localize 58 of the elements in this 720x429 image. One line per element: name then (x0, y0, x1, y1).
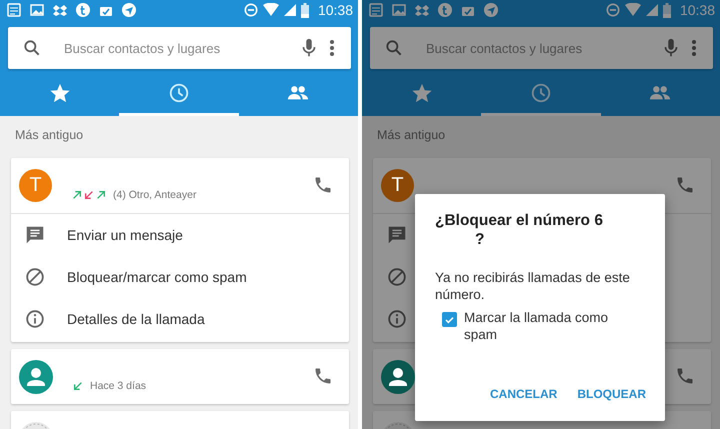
battery-icon (300, 2, 309, 18)
outgoing-arrow-icon (96, 190, 106, 200)
phone-icon[interactable] (313, 366, 333, 386)
wifi-icon (262, 3, 279, 17)
search-input[interactable]: Buscar contactos y lugares (416, 40, 651, 56)
clock-icon (168, 82, 190, 104)
section-heading: Más antiguo (376, 128, 446, 144)
dialog-button[interactable]: CANCELAR (482, 381, 564, 407)
do-not-disturb-icon (606, 3, 620, 17)
signal-icon (284, 3, 296, 17)
avatar: T (19, 169, 52, 202)
notification-icon (368, 2, 384, 18)
search-field[interactable]: Buscar contactos y lugares (8, 27, 351, 69)
more-options-icon[interactable] (329, 39, 335, 57)
section-heading: Más antiguo (14, 128, 84, 144)
microphone-icon[interactable] (663, 37, 679, 59)
message-icon[interactable] (386, 224, 408, 246)
phone-icon[interactable] (313, 174, 333, 194)
checkbox[interactable] (442, 312, 457, 327)
image-icon (391, 2, 407, 18)
menu-item[interactable]: Detalles de la llamada (67, 311, 205, 327)
star-icon (410, 82, 433, 104)
do-not-disturb-icon (244, 3, 258, 17)
notification-icon (6, 2, 22, 18)
block-icon[interactable] (24, 266, 46, 288)
image-icon (29, 2, 45, 18)
phone-icon[interactable] (675, 174, 695, 194)
info-icon[interactable] (386, 308, 408, 330)
outgoing-arrow-icon (72, 190, 82, 200)
signal-icon (646, 3, 658, 17)
wifi-icon (624, 3, 641, 17)
search-icon[interactable] (22, 38, 42, 58)
info-icon[interactable] (24, 308, 46, 330)
dialog-message: Ya no recibirás llamadas de este número. (435, 269, 631, 303)
star-icon (48, 82, 71, 104)
checkbox-label: Marcar la llamada como spam (464, 309, 610, 343)
block-icon[interactable] (386, 266, 408, 288)
clock-time: 10:38 (680, 2, 715, 18)
search-input[interactable]: Buscar contactos y lugares (54, 40, 289, 56)
menu-item[interactable]: Enviar un mensaje (67, 227, 183, 243)
missed-arrow-icon (84, 190, 94, 200)
search-icon[interactable] (384, 38, 404, 58)
call-details: (4) Otro, Anteayer (113, 188, 196, 200)
message-icon[interactable] (24, 224, 46, 246)
call-details: Hace 3 días (90, 380, 146, 392)
search-field[interactable]: Buscar contactos y lugares (370, 27, 713, 69)
dialog-button[interactable]: BLOQUEAR (570, 381, 653, 407)
incoming-arrow-icon (73, 380, 83, 390)
dialog-title: ? (474, 230, 486, 249)
battery-icon (662, 2, 671, 18)
dialog-title: ¿Bloquear el número 6 (435, 211, 604, 230)
microphone-icon[interactable] (301, 37, 317, 59)
avatar: T (381, 169, 414, 202)
phone-icon[interactable] (675, 366, 695, 386)
menu-item[interactable]: Bloquear/marcar como spam (67, 269, 247, 285)
more-options-icon[interactable] (691, 39, 697, 57)
clock-time: 10:38 (318, 2, 353, 18)
clock-icon (530, 82, 552, 104)
